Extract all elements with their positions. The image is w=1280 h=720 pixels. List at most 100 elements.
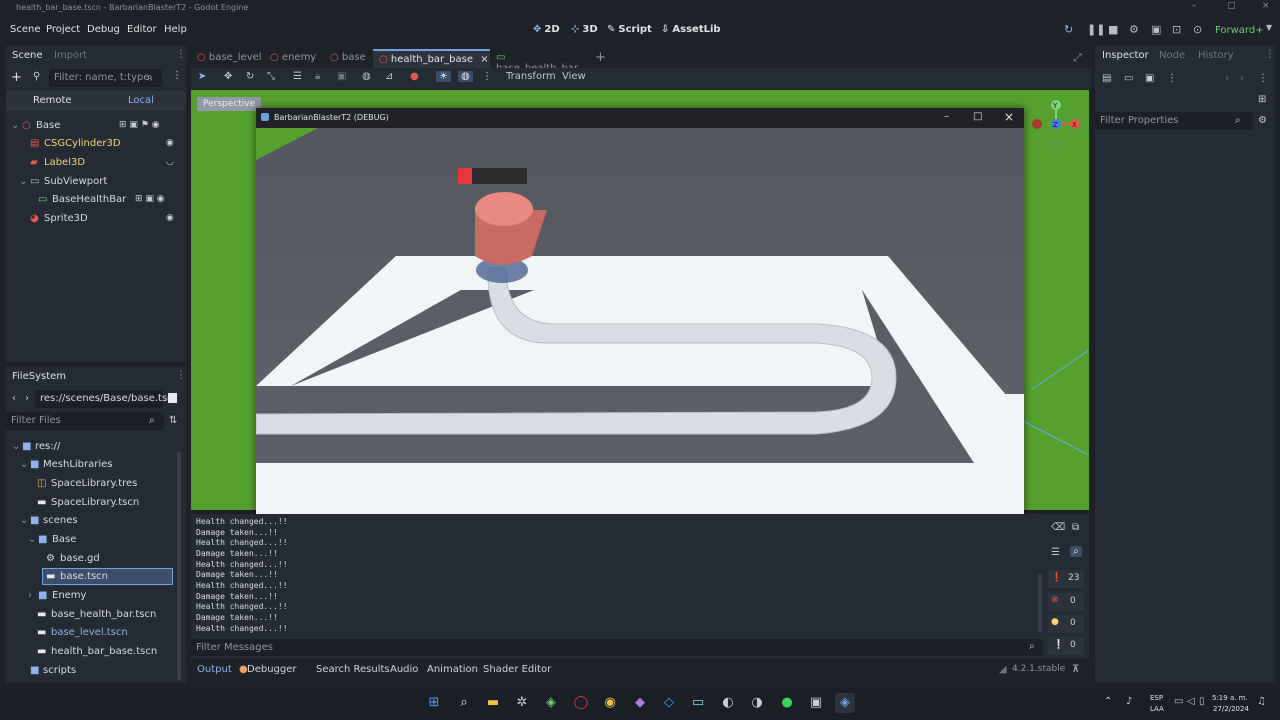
- mode-2d-button[interactable]: ✥ 2D: [533, 24, 560, 35]
- debug-game-window[interactable]: BarbarianBlasterT2 (DEBUG) – □ ×: [256, 108, 1024, 560]
- add-tab-icon[interactable]: +: [595, 47, 606, 67]
- filter-messages-input[interactable]: Filter Messages: [191, 639, 1043, 656]
- environment-preview-icon[interactable]: ◍: [458, 71, 473, 82]
- visibility-icon[interactable]: ◉: [166, 213, 174, 223]
- lock-icon[interactable]: 🔒︎: [315, 71, 320, 82]
- forward-icon[interactable]: ›: [1240, 73, 1244, 84]
- pause-icon[interactable]: ❚❚: [1087, 23, 1105, 36]
- back-icon[interactable]: ‹: [1225, 73, 1229, 84]
- chevron-down-icon[interactable]: ⌄: [19, 176, 27, 187]
- tree-node-sprite3d[interactable]: Sprite3D: [44, 213, 88, 224]
- hidden-visibility-icon[interactable]: ◡: [166, 157, 174, 167]
- tab-scene[interactable]: Scene: [12, 50, 43, 61]
- renderer-select[interactable]: Forward+: [1215, 25, 1264, 36]
- info-counter[interactable]: ❕ 0: [1048, 637, 1084, 655]
- clock-date[interactable]: 27/2/2024: [1213, 705, 1249, 713]
- maximize-button[interactable]: □: [1227, 1, 1236, 11]
- tray-chevron-up-icon[interactable]: ⌃: [1104, 696, 1112, 707]
- object-icon[interactable]: ⊞: [1258, 94, 1266, 105]
- local-tab[interactable]: Local: [128, 95, 154, 106]
- camera-icon[interactable]: ●: [410, 71, 419, 82]
- tab-base-health-bar[interactable]: ▭ base_health_bar: [496, 49, 588, 74]
- fs-item[interactable]: SpaceLibrary.tscn: [51, 497, 139, 508]
- battery-icon[interactable]: ▯: [1199, 696, 1205, 707]
- steam-icon[interactable]: ◑: [747, 693, 767, 713]
- windows-start-icon[interactable]: ⊞: [424, 693, 444, 713]
- scrollbar[interactable]: [177, 452, 181, 680]
- run-current-icon[interactable]: ▣: [1151, 23, 1161, 36]
- menu-project[interactable]: Project: [46, 24, 80, 35]
- fs-item[interactable]: base_health_bar.tscn: [51, 609, 156, 620]
- spotify-icon[interactable]: ●: [777, 693, 797, 713]
- notification-bell-icon[interactable]: ♫: [1257, 696, 1266, 707]
- tab-animation[interactable]: Animation: [427, 664, 478, 675]
- fs-item[interactable]: base.gd: [60, 553, 100, 564]
- tab-audio[interactable]: Audio: [390, 664, 418, 675]
- fs-item[interactable]: base.tscn: [60, 571, 108, 582]
- rotate-tool-icon[interactable]: ↻: [246, 71, 254, 82]
- split-view-icon[interactable]: [168, 393, 177, 403]
- close-icon[interactable]: ×: [1004, 110, 1014, 124]
- collapse-icon[interactable]: ☰: [1051, 547, 1060, 558]
- fs-item[interactable]: base_level.tscn: [51, 627, 128, 638]
- network-icon[interactable]: ▭: [1174, 696, 1183, 707]
- pin-panel-icon[interactable]: ⊼: [1072, 664, 1079, 675]
- tab-shader-editor[interactable]: Shader Editor: [483, 664, 551, 675]
- distraction-free-icon[interactable]: ⤢: [1073, 48, 1082, 68]
- select-tool-icon[interactable]: ➤: [198, 71, 206, 82]
- fs-item[interactable]: SpaceLibrary.tres: [51, 478, 137, 489]
- mode-script-button[interactable]: ✎ Script: [607, 24, 652, 35]
- close-window-button[interactable]: ×: [1262, 1, 1270, 11]
- view-menu[interactable]: View: [562, 71, 586, 82]
- maximize-icon[interactable]: □: [973, 111, 982, 122]
- group-icon[interactable]: ▣: [337, 71, 346, 82]
- sun-preview-icon[interactable]: ☀: [436, 71, 451, 82]
- orientation-gizmo[interactable]: Y X Z: [1030, 96, 1086, 152]
- tab-output[interactable]: Output: [197, 664, 232, 675]
- perspective-button[interactable]: Perspective: [197, 97, 262, 111]
- snap-icon[interactable]: ⊿: [385, 71, 393, 82]
- filter-properties-input[interactable]: Filter Properties: [1095, 112, 1253, 130]
- more-icon[interactable]: ⋮: [172, 70, 182, 81]
- more-icon[interactable]: ⋮: [1167, 73, 1177, 84]
- error-counter[interactable]: ⊗ 0: [1048, 593, 1084, 611]
- microphone-icon[interactable]: ♪: [1126, 696, 1132, 707]
- list-select-icon[interactable]: ☰: [293, 71, 302, 82]
- more-icon[interactable]: ⋮: [482, 71, 492, 82]
- new-resource-icon[interactable]: ▤: [1102, 73, 1111, 84]
- tab-import[interactable]: Import: [54, 50, 87, 61]
- filesystem-filter-input[interactable]: Filter Files: [6, 412, 164, 430]
- tree-node-csgcylinder[interactable]: CSGCylinder3D: [44, 138, 121, 149]
- file-explorer-icon[interactable]: ▬: [483, 693, 503, 713]
- tab-search-results[interactable]: Search Results: [316, 664, 390, 675]
- clear-output-icon[interactable]: ⌫: [1051, 522, 1065, 533]
- menu-debug[interactable]: Debug: [87, 24, 120, 35]
- chevron-right-icon[interactable]: ›: [28, 590, 32, 601]
- remote-debug-icon[interactable]: ⚙: [1129, 23, 1139, 36]
- scene-filter-input[interactable]: Filter: name, t:type,: [49, 69, 162, 87]
- input-region[interactable]: LAA: [1150, 705, 1164, 713]
- tree-node-label3d[interactable]: Label3D: [44, 157, 85, 168]
- open-resource-icon[interactable]: ▭: [1124, 73, 1133, 84]
- app-icon[interactable]: ▭: [688, 693, 708, 713]
- more-icon[interactable]: ⋮: [176, 370, 186, 381]
- tab-debugger[interactable]: Debugger: [247, 664, 297, 675]
- copy-icon[interactable]: ⧉: [1072, 522, 1079, 533]
- tab-health-bar-base[interactable]: ○ health_bar_base ×: [373, 49, 490, 69]
- visibility-icon[interactable]: ◉: [166, 138, 174, 148]
- search-icon[interactable]: ⌕: [1070, 546, 1082, 557]
- settings-icon[interactable]: ⚙: [1258, 115, 1267, 126]
- history-icon[interactable]: ⋮: [1258, 73, 1268, 84]
- vscode-icon[interactable]: ◇: [659, 693, 679, 713]
- fs-item[interactable]: MeshLibraries: [43, 459, 113, 470]
- console-scrollbar[interactable]: [1038, 574, 1042, 632]
- mode-assetlib-button[interactable]: ⇩ AssetLib: [661, 24, 721, 35]
- tool-icon[interactable]: ✲: [512, 693, 532, 713]
- browser-icon[interactable]: ◈: [541, 693, 561, 713]
- link-icon[interactable]: ⚲: [33, 71, 40, 82]
- warning-counter[interactable]: ● 0: [1048, 615, 1084, 633]
- search-icon[interactable]: ⌕: [454, 693, 474, 713]
- tree-node-subviewport[interactable]: SubViewport: [44, 176, 107, 187]
- add-node-icon[interactable]: +: [11, 70, 22, 85]
- tab-node[interactable]: Node: [1159, 50, 1185, 61]
